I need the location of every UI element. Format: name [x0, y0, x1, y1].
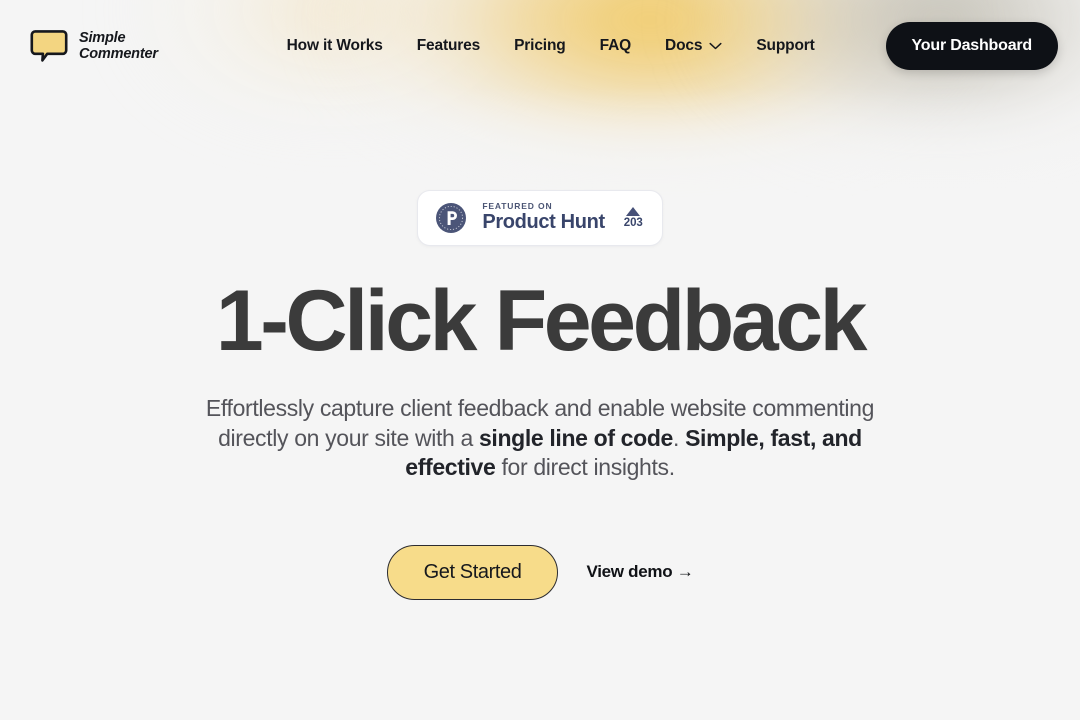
product-hunt-copy: FEATURED ON Product Hunt — [482, 201, 605, 233]
nav-label: Docs — [665, 37, 703, 54]
brand-line-2: Commenter — [79, 46, 158, 62]
brand-line-1: Simple — [79, 29, 126, 46]
upvote-triangle-icon — [626, 206, 641, 216]
hero-subtitle: Effortlessly capture client feedback and… — [200, 394, 880, 483]
nav-label: Features — [416, 37, 481, 54]
nav-item-support[interactable]: Support — [756, 37, 815, 55]
brand-wordmark: Simple Commenter — [79, 30, 158, 62]
upvote-count: 203 — [623, 216, 643, 229]
chevron-down-icon — [709, 42, 722, 50]
nav-item-docs[interactable]: Docs — [665, 37, 722, 55]
subtitle-bold-1: single line of code — [478, 424, 673, 451]
product-hunt-badge[interactable]: FEATURED ON Product Hunt 203 — [417, 190, 663, 246]
main-navigation: How it Works Features Pricing FAQ Docs S… — [216, 37, 886, 55]
speech-bubble-icon — [30, 29, 68, 63]
your-dashboard-button[interactable]: Your Dashboard — [885, 22, 1058, 70]
badge-title: Product Hunt — [482, 210, 605, 233]
brand-logo[interactable]: Simple Commenter — [30, 29, 158, 63]
badge-eyebrow: FEATURED ON — [482, 201, 553, 212]
subtitle-part-2: . — [672, 424, 686, 451]
page-title: 1-Click Feedback — [215, 273, 868, 369]
nav-label: How it Works — [286, 37, 383, 54]
cta-row: Get Started View demo → — [386, 544, 694, 600]
site-header: Simple Commenter How it Works Features P… — [0, 0, 1080, 92]
upvote-group[interactable]: 203 — [623, 206, 643, 230]
subtitle-part-3: for direct insights. — [495, 454, 675, 481]
hero-section: FEATURED ON Product Hunt 203 1-Click Fee… — [0, 92, 1080, 600]
nav-item-how-it-works[interactable]: How it Works — [287, 37, 383, 55]
get-started-button[interactable]: Get Started — [386, 544, 559, 600]
nav-item-pricing[interactable]: Pricing — [514, 37, 566, 55]
nav-item-features[interactable]: Features — [416, 37, 481, 55]
view-demo-link[interactable]: View demo → — [586, 562, 693, 582]
nav-label: Support — [756, 37, 815, 54]
nav-label: FAQ — [599, 37, 632, 54]
nav-item-faq[interactable]: FAQ — [599, 37, 632, 55]
nav-label: Pricing — [514, 37, 566, 54]
product-hunt-logo-icon — [435, 202, 467, 234]
